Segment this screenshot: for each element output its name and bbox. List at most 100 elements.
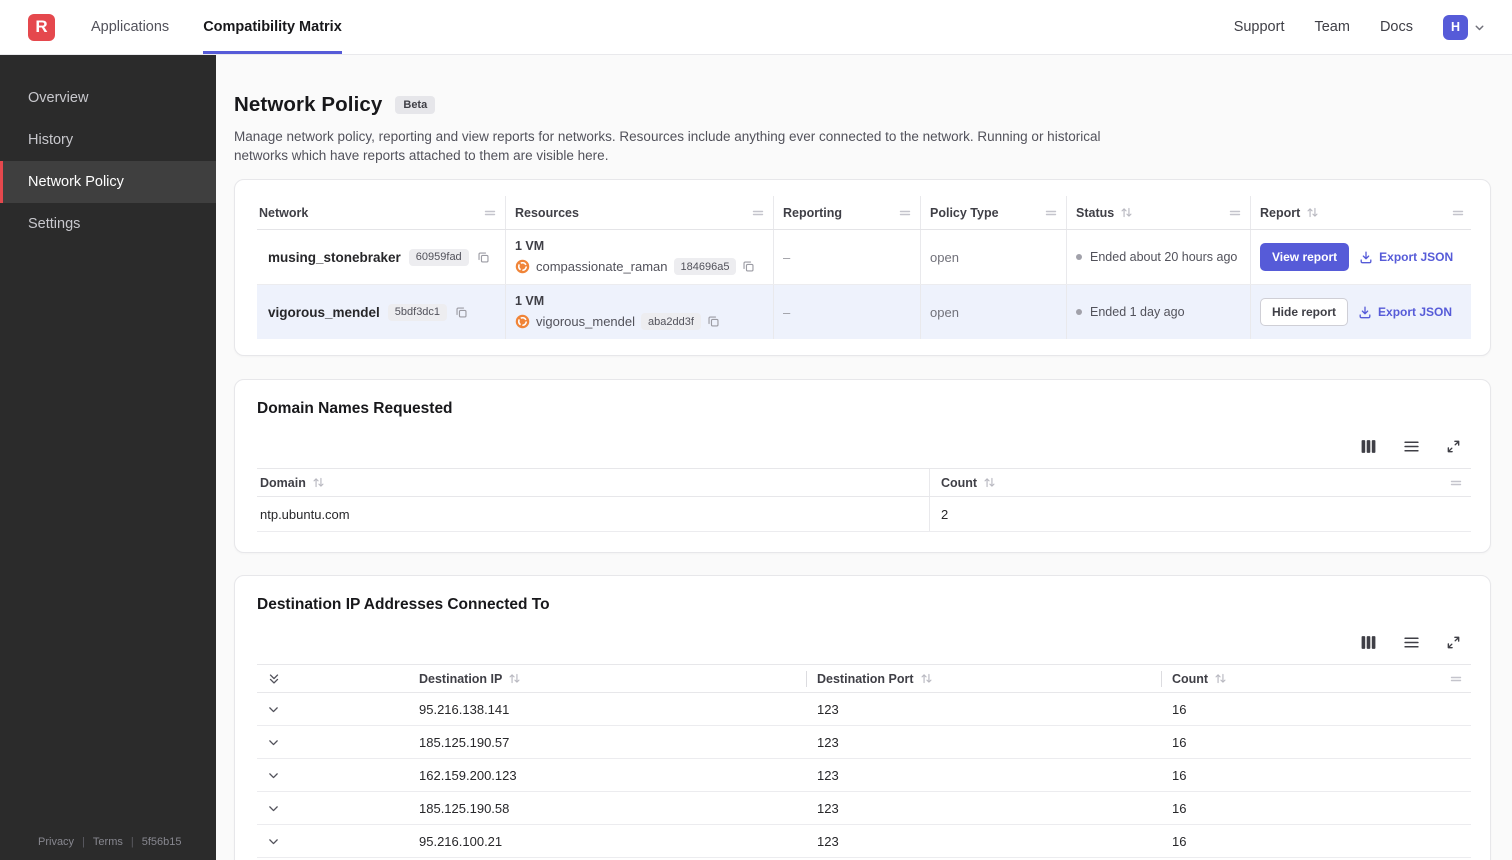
copy-network-id-button[interactable] [455,306,468,319]
nav-link-support[interactable]: Support [1234,19,1285,35]
row-expand-button[interactable] [267,835,280,848]
ips-table: Destination IP Destination Port Count 95… [257,664,1471,859]
column-header-domain[interactable]: Domain [257,469,930,497]
chevron-down-icon [269,739,278,745]
column-resize-handle-icon[interactable] [484,208,496,218]
row-expand-button[interactable] [267,802,280,815]
cell-destination-port: 123 [817,701,839,717]
row-expander-cell [257,736,408,749]
top-navigation: R Applications Compatibility Matrix Supp… [0,0,1512,55]
resource-line: vigorous_mendel aba2dd3f [515,313,720,331]
cell-network: musing_stonebraker 60959fad [257,230,506,285]
cell-destination-port: 123 [817,734,839,750]
sidebar-item-network-policy[interactable]: Network Policy [0,161,216,203]
cell-network: vigorous_mendel 5bdf3dc1 [257,285,506,340]
column-header-destination-ip[interactable]: Destination IP [408,665,806,692]
sidebar-item-settings[interactable]: Settings [0,203,216,245]
main-content: Network Policy Beta Manage network polic… [216,55,1512,860]
chevron-down-icon [269,838,278,844]
column-resize-handle-icon[interactable] [1450,674,1462,684]
resource-name: vigorous_mendel [536,314,636,330]
row-expander-cell [257,802,408,815]
export-json-button[interactable]: Export JSON [1359,250,1453,264]
fullscreen-button[interactable] [1446,635,1461,650]
cell-policy-type: open [921,285,1067,340]
nav-right: Support Team Docs H [1234,0,1486,54]
cell-status: Ended 1 day ago [1067,285,1251,340]
cell-count: 16 [1172,800,1187,816]
hide-report-button[interactable]: Hide report [1260,298,1349,327]
expand-all-rows-button[interactable] [267,672,281,686]
columns-view-button[interactable] [1360,634,1377,651]
column-resize-handle-icon[interactable] [1229,208,1241,218]
view-report-button[interactable]: View report [1260,243,1350,272]
networks-table-body: musing_stonebraker 60959fad 1 VM compass… [257,230,1473,340]
sidebar-nav: Overview History Network Policy Settings [0,55,216,245]
brand-logo[interactable]: R [28,13,55,41]
column-resize-handle-icon[interactable] [899,208,911,218]
cell-count: 2 [941,506,949,522]
cell-destination-port: 123 [817,833,839,849]
tab-compatibility-matrix[interactable]: Compatibility Matrix [203,0,342,54]
user-menu[interactable]: H [1443,14,1486,40]
copy-resource-id-button[interactable] [707,315,720,328]
ips-table-body: 95.216.138.141 123 16 185.125.190.57 123… [257,693,1471,859]
column-resize-handle-icon[interactable] [752,208,764,218]
cell-destination-ip: 95.216.138.141 [419,701,510,717]
domain-names-card: Domain Names Requested Domain Count ntp.… [234,379,1491,554]
column-header-network[interactable]: Network [257,196,506,230]
column-header-count[interactable]: Count [1161,665,1471,692]
row-expand-button[interactable] [267,769,280,782]
column-header-resources[interactable]: Resources [506,196,774,230]
resource-count: 1 VM [515,239,545,254]
copy-network-id-button[interactable] [477,251,490,264]
sort-arrows-icon [1306,206,1319,219]
tab-applications[interactable]: Applications [91,0,169,54]
cell-report: Hide report Export JSON [1251,285,1473,339]
privacy-link[interactable]: Privacy [38,836,74,848]
expand-icon [1447,636,1460,649]
copy-resource-id-button[interactable] [742,260,755,273]
column-resize-handle-icon[interactable] [1452,208,1464,218]
column-header-status[interactable]: Status [1067,196,1251,230]
primary-tabs: Applications Compatibility Matrix [91,0,342,54]
nav-link-team[interactable]: Team [1314,19,1349,35]
terms-link[interactable]: Terms [93,836,123,848]
row-expander-cell [257,703,408,716]
export-json-button[interactable]: Export JSON [1358,305,1452,319]
fullscreen-button[interactable] [1446,439,1461,454]
chevron-down-icon [1475,25,1484,30]
sidebar-item-overview[interactable]: Overview [0,77,216,119]
column-resize-handle-icon[interactable] [1045,208,1057,218]
cell-status: Ended about 20 hours ago [1067,230,1251,285]
column-header-policy-type[interactable]: Policy Type [921,196,1067,230]
cell-count: 16 [1172,767,1187,783]
resource-id-badge: 184696a5 [673,258,737,276]
columns-view-button[interactable] [1360,438,1377,455]
row-density-button[interactable] [1403,438,1420,455]
column-label: Reporting [783,205,843,220]
sidebar-item-history[interactable]: History [0,119,216,161]
cell-count: 16 [1172,701,1187,717]
footer-divider: | [130,836,134,848]
row-density-button[interactable] [1403,634,1420,651]
column-header-reporting[interactable]: Reporting [774,196,921,230]
sort-arrows-icon [312,476,325,489]
column-label: Network [259,205,309,220]
network-row-vigorous-mendel: vigorous_mendel 5bdf3dc1 1 VM vigorous_m… [257,284,1473,340]
nav-link-docs[interactable]: Docs [1380,19,1413,35]
cell-destination-ip: 185.125.190.58 [419,800,510,816]
column-resize-handle-icon[interactable] [1450,478,1462,488]
brand-logo-letter: R [35,17,48,36]
column-header-destination-port[interactable]: Destination Port [806,665,1161,692]
columns-view-icon [1361,636,1376,650]
row-expand-button[interactable] [267,703,280,716]
export-json-label: Export JSON [1379,250,1454,265]
status-text: Ended 1 day ago [1090,305,1185,320]
resource-name: compassionate_raman [536,259,668,275]
avatar-initial: H [1450,20,1461,34]
column-header-report[interactable]: Report [1251,196,1473,229]
row-expand-button[interactable] [267,736,280,749]
column-header-count[interactable]: Count [930,469,1471,496]
column-label: Destination Port [817,671,914,686]
